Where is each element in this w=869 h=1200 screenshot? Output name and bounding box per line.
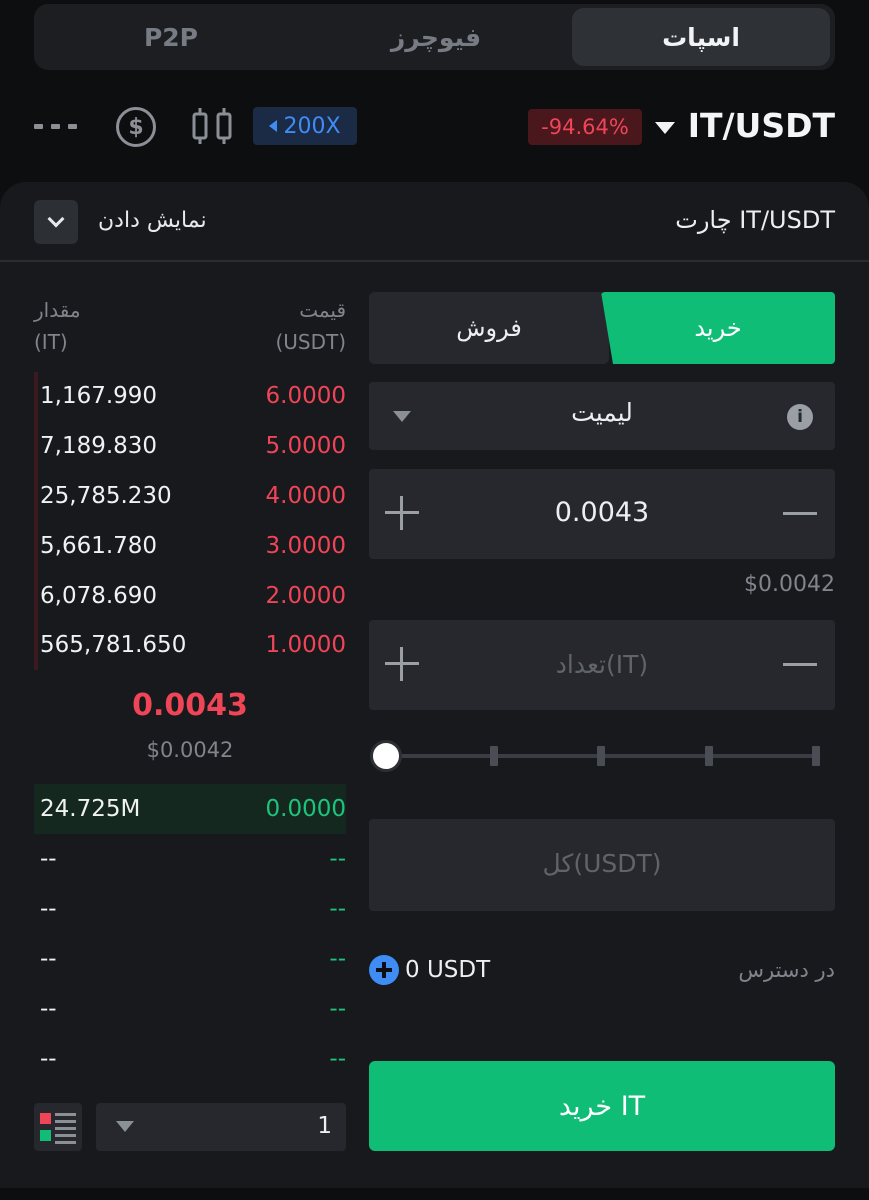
depth-precision-select[interactable]: 1 — [96, 1103, 346, 1151]
caret-down-icon — [116, 1121, 134, 1132]
bid-amount: -- — [40, 1046, 57, 1072]
bid-row[interactable]: -- -- — [34, 934, 346, 984]
ask-amount: 5,661.780 — [40, 533, 158, 559]
tab-p2p[interactable]: P2P — [42, 8, 300, 66]
slider-tick[interactable] — [705, 746, 713, 766]
bid-row[interactable]: -- -- — [34, 884, 346, 934]
ask-price: 1.0000 — [265, 632, 346, 658]
quantity-placeholder: تعداد(IT) — [555, 650, 649, 679]
tab-sell[interactable]: فروش — [369, 292, 609, 364]
slider-tick[interactable] — [597, 746, 605, 766]
minus-icon[interactable] — [783, 512, 817, 515]
available-balance: 0 USDT — [405, 957, 491, 983]
deposit-plus-icon[interactable] — [369, 955, 399, 985]
bid-price: 0.0000 — [265, 796, 346, 822]
ask-row[interactable]: 25,785.230 4.0000 — [34, 471, 346, 521]
dollar-icon[interactable]: $ — [116, 107, 156, 147]
side-tabs: فروش خرید — [369, 292, 835, 364]
bid-row[interactable]: -- -- — [34, 1034, 346, 1084]
amount-header-label: مقدار — [34, 298, 81, 322]
bid-amount: -- — [40, 846, 57, 872]
slider-tick[interactable] — [490, 746, 498, 766]
ask-row[interactable]: 1,167.990 6.0000 — [34, 371, 346, 421]
ask-price: 6.0000 — [265, 383, 346, 409]
ask-price: 2.0000 — [265, 583, 346, 609]
chart-expand-button[interactable] — [34, 200, 78, 244]
price-usd-equivalent: $0.0042 — [744, 572, 835, 597]
bid-row[interactable]: -- -- — [34, 984, 346, 1034]
chart-title: چارت IT/USDT — [675, 206, 835, 234]
leverage-badge[interactable]: 200X — [253, 107, 357, 145]
bid-price: -- — [329, 846, 346, 872]
total-input[interactable]: کل(USDT) — [369, 819, 835, 911]
order-type-select[interactable]: لیمیت i — [369, 382, 835, 450]
depth-precision-value: 1 — [317, 1113, 332, 1139]
depth-layout-icon[interactable] — [34, 1103, 82, 1151]
last-price[interactable]: 0.0043 — [34, 688, 346, 723]
price-header-label: قیمت — [299, 298, 346, 322]
bid-amount: -- — [40, 996, 57, 1022]
price-header: قیمت (USDT) — [275, 294, 346, 358]
ask-price: 5.0000 — [265, 433, 346, 459]
slider-tick[interactable] — [812, 746, 820, 766]
quantity-input[interactable]: تعداد(IT) — [369, 620, 835, 710]
ask-row[interactable]: 5,661.780 3.0000 — [34, 521, 346, 571]
ask-amount: 565,781.650 — [40, 632, 187, 658]
show-chart-label: نمایش دادن — [98, 208, 207, 233]
leverage-value: 200X — [283, 113, 341, 139]
tab-futures[interactable]: فیوچرز — [307, 8, 565, 66]
buy-submit-button[interactable]: خرید IT — [369, 1061, 835, 1151]
amount-header: مقدار (IT) — [34, 294, 81, 358]
bid-row[interactable]: 24.725M 0.0000 — [34, 784, 346, 834]
pair-selector[interactable]: IT/USDT — [688, 106, 835, 145]
candlestick-icon[interactable] — [190, 104, 234, 148]
available-label: در دسترس — [738, 958, 835, 982]
bid-price: -- — [329, 896, 346, 922]
ask-price: 3.0000 — [265, 533, 346, 559]
ask-row[interactable]: 565,781.650 1.0000 — [34, 620, 346, 670]
bid-price: -- — [329, 996, 346, 1022]
ask-amount: 7,189.830 — [40, 433, 158, 459]
chevron-down-icon — [47, 210, 65, 228]
amount-header-unit: (IT) — [34, 330, 68, 354]
bid-price: -- — [329, 946, 346, 972]
ask-amount: 1,167.990 — [40, 383, 158, 409]
ask-amount: 6,078.690 — [40, 583, 158, 609]
minus-icon[interactable] — [783, 663, 817, 666]
more-icon[interactable] — [34, 118, 78, 134]
total-placeholder: کل(USDT) — [542, 849, 662, 878]
bid-row[interactable]: -- -- — [34, 834, 346, 884]
price-input[interactable]: 0.0043 — [369, 469, 835, 559]
ask-row[interactable]: 6,078.690 2.0000 — [34, 571, 346, 621]
price-header-unit: (USDT) — [275, 330, 346, 354]
slider-handle[interactable] — [370, 740, 402, 772]
market-type-tabs: P2P فیوچرز اسپات — [34, 4, 835, 70]
bid-amount: -- — [40, 896, 57, 922]
caret-left-icon — [269, 120, 278, 132]
ask-amount: 25,785.230 — [40, 483, 172, 509]
last-price-usd: $0.0042 — [146, 738, 234, 762]
price-change-badge: -94.64% — [528, 109, 642, 145]
order-type-value: لیمیت — [571, 398, 633, 427]
tab-buy[interactable]: خرید — [601, 292, 835, 364]
bid-amount: 24.725M — [40, 796, 141, 822]
pair-dropdown-icon[interactable] — [655, 122, 675, 134]
ask-price: 4.0000 — [265, 483, 346, 509]
tab-spot[interactable]: اسپات — [572, 8, 830, 66]
info-icon[interactable]: i — [787, 404, 813, 430]
bid-amount: -- — [40, 946, 57, 972]
price-value: 0.0043 — [554, 497, 650, 528]
ask-row[interactable]: 7,189.830 5.0000 — [34, 421, 346, 471]
bid-price: -- — [329, 1046, 346, 1072]
